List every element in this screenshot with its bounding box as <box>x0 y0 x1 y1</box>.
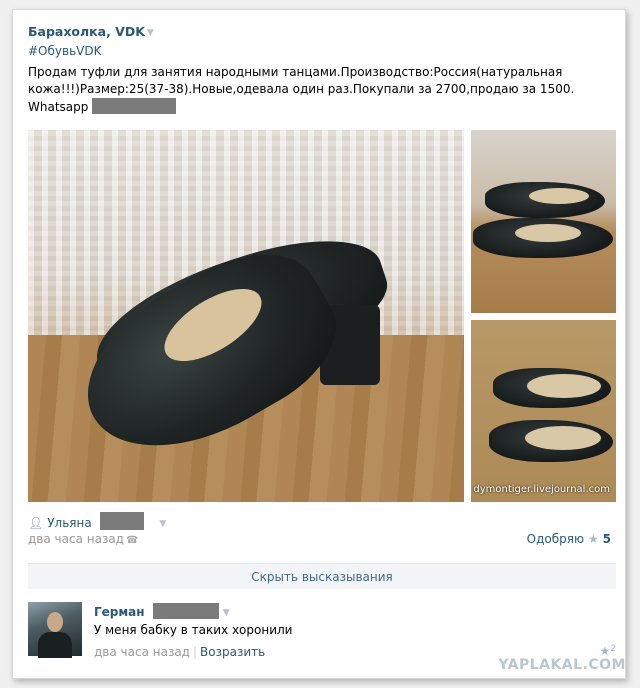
insole-thumb <box>525 426 601 450</box>
comment-author: Герман ▼ <box>94 603 230 619</box>
comment-like-button[interactable]: ★2 <box>600 644 617 658</box>
redacted-phone <box>92 98 177 114</box>
post-header: Барахолка, VDK ▼ <box>28 24 154 39</box>
comment-meta: два часа назад | Возразить <box>94 645 265 659</box>
insole-thumb <box>529 188 589 204</box>
comment-time-link[interactable]: два часа назад <box>94 645 190 659</box>
post-text: Продам туфли для занятия народными танца… <box>28 64 588 116</box>
post-text-line: Whatsapp <box>28 98 588 116</box>
redacted-surname <box>99 512 144 530</box>
author-name-link[interactable]: Ульяна <box>47 516 91 530</box>
insole-thumb <box>515 224 581 242</box>
chevron-down-icon[interactable]: ▼ <box>159 519 166 529</box>
like-count: 5 <box>602 532 611 546</box>
post-text-line: Продам туфли для занятия народными танца… <box>28 65 563 79</box>
star-icon: ★ <box>588 532 599 546</box>
hide-comments-button[interactable]: Скрыть высказывания <box>28 563 616 589</box>
whatsapp-label: Whatsapp <box>28 100 89 114</box>
insole-thumb <box>527 374 601 398</box>
chevron-down-icon[interactable]: ▼ <box>147 28 154 38</box>
main-photo[interactable] <box>28 130 464 502</box>
side-photo-bottom[interactable]: dymontiger.livejournal.com <box>471 320 616 502</box>
like-label: Одобряю <box>526 532 585 546</box>
avatar-face <box>47 612 63 632</box>
star-icon: ★ <box>599 644 611 658</box>
avatar[interactable] <box>28 602 82 658</box>
chevron-down-icon[interactable]: ▼ <box>223 608 230 618</box>
meta-separator: | <box>192 645 198 659</box>
post-time-link[interactable]: два часа назад <box>28 532 124 546</box>
post-card: Барахолка, VDK ▼ #ОбувьVDK Продам туфли д… <box>12 9 626 679</box>
comment-text: У меня бабку в таких хоронили <box>94 623 293 637</box>
comment-like-count: 2 <box>610 644 616 654</box>
site-watermark: YAPLAKAL.COM <box>498 657 626 673</box>
redacted-surname <box>152 603 219 619</box>
group-name-link[interactable]: Барахолка, VDK <box>28 24 145 39</box>
post-text-line: кожа!!!)Размер:25(37-38).Новые,одевала о… <box>28 82 575 96</box>
avatar-body <box>38 632 72 658</box>
phone-icon: ☎︎ <box>125 535 139 546</box>
reply-button[interactable]: Возразить <box>200 645 265 659</box>
side-photo-top[interactable] <box>471 130 616 313</box>
post-author: 👤︎ Ульяна ▼ <box>28 512 166 530</box>
photo-watermark: dymontiger.livejournal.com <box>473 484 610 495</box>
hashtag-link[interactable]: #ОбувьVDK <box>28 44 101 58</box>
comment-author-link[interactable]: Герман <box>94 605 145 619</box>
post-time: два часа назад ☎︎ <box>28 532 138 546</box>
person-icon: 👤︎ <box>28 516 44 530</box>
like-button[interactable]: Одобряю ★ 5 <box>527 532 611 546</box>
